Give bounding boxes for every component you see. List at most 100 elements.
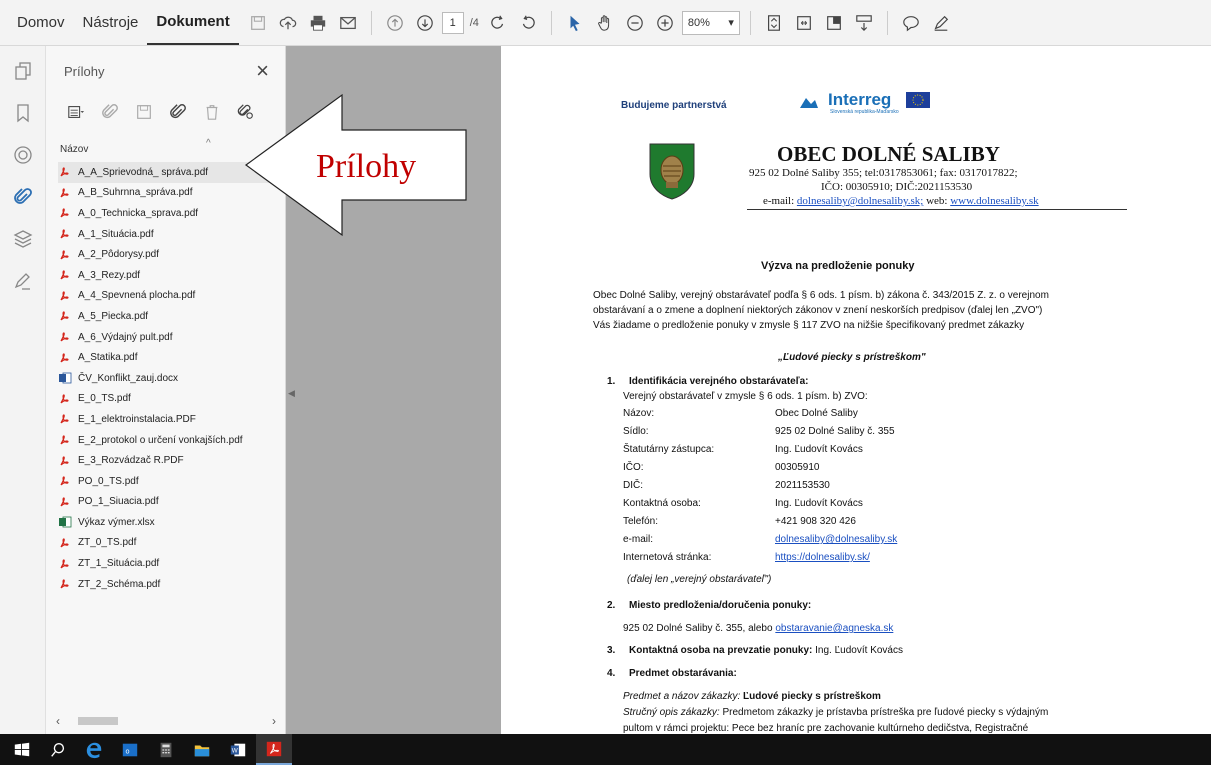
top-toolbar: Domov Nástroje Dokument 1 /4 80% ▾ (0, 0, 1211, 46)
attachment-name: A_A_Sprievodná_ správa.pdf (78, 166, 209, 178)
attachment-name: A_Statika.pdf (78, 352, 138, 364)
layers-icon[interactable] (0, 218, 46, 260)
page-number-input[interactable]: 1 (441, 11, 464, 34)
close-icon[interactable]: × (256, 58, 269, 84)
attachment-row[interactable]: ZT_0_TS.pdf (58, 533, 280, 554)
authority-field-value[interactable]: https://dolnesaliby.sk/ (775, 552, 870, 563)
outlook-icon[interactable]: o (112, 734, 148, 765)
pdf-file-icon (58, 557, 72, 571)
authority-field-value: Obec Dolné Saliby (775, 408, 858, 419)
search-icon[interactable] (40, 734, 76, 765)
section-2-email-link[interactable]: obstaravanie@agneska.sk (775, 623, 893, 634)
save-icon[interactable] (245, 10, 271, 36)
menu-document[interactable]: Dokument (147, 1, 239, 45)
authority-field-label: Sídlo: (623, 426, 649, 437)
authority-field-value[interactable]: dolnesaliby@dolnesaliby.sk (775, 534, 897, 545)
windows-start-icon[interactable] (4, 734, 40, 765)
edge-browser-icon[interactable] (76, 734, 112, 765)
attachment-row[interactable]: A_6_Výdajný pult.pdf (58, 327, 280, 348)
file-explorer-icon[interactable] (184, 734, 220, 765)
rotate-right-icon[interactable] (485, 10, 511, 36)
attachment-row[interactable]: E_1_elektroinstalacia.PDF (58, 409, 280, 430)
menu-tools[interactable]: Nástroje (74, 0, 148, 46)
zoom-in-icon[interactable] (652, 10, 678, 36)
open-attachment-icon[interactable] (98, 100, 122, 124)
view-options-icon[interactable] (64, 100, 88, 124)
rotate-left-icon[interactable] (515, 10, 541, 36)
attachment-row[interactable]: A_4_Spevnená plocha.pdf (58, 286, 280, 307)
signatures-icon[interactable] (0, 260, 46, 302)
attachment-row[interactable]: A_Statika.pdf (58, 347, 280, 368)
word-icon[interactable]: W (220, 734, 256, 765)
print-icon[interactable] (305, 10, 331, 36)
comment-icon[interactable] (898, 10, 924, 36)
calculator-icon[interactable] (148, 734, 184, 765)
column-header-name[interactable]: Názov (60, 144, 88, 155)
attachment-row[interactable]: E_3_Rozvádzač R.PDF (58, 450, 280, 471)
select-cursor-icon[interactable] (562, 10, 588, 36)
sort-caret-icon[interactable]: ^ (206, 138, 211, 149)
municipality-address: 925 02 Dolné Saliby 355; tel:0317853061;… (749, 167, 1018, 179)
attachment-name: A_4_Spevnená plocha.pdf (78, 290, 196, 302)
collapse-panel-icon[interactable]: ◀ (288, 388, 295, 399)
attachment-row[interactable]: A_5_Piecka.pdf (58, 306, 280, 327)
menu-home[interactable]: Domov (8, 0, 74, 46)
acrobat-reader-icon[interactable] (256, 734, 292, 765)
pdf-file-icon (58, 186, 72, 200)
chevron-down-icon: ▾ (728, 17, 734, 29)
pdf-file-icon (58, 351, 72, 365)
attachment-row[interactable]: PO_0_TS.pdf (58, 471, 280, 492)
fit-page-icon[interactable] (761, 10, 787, 36)
attachment-row[interactable]: A_3_Rezy.pdf (58, 265, 280, 286)
reading-mode-icon[interactable] (851, 10, 877, 36)
windows-taskbar: o W (0, 734, 1211, 765)
email-icon[interactable] (335, 10, 361, 36)
fit-width-icon[interactable] (791, 10, 817, 36)
attachment-row[interactable]: A_2_Pôdorysy.pdf (58, 244, 280, 265)
attachment-row[interactable]: Výkaz výmer.xlsx (58, 512, 280, 533)
attachment-row[interactable]: ZT_1_Situácia.pdf (58, 553, 280, 574)
zoom-select[interactable]: 80% ▾ (681, 10, 740, 35)
pdf-file-icon (58, 289, 72, 303)
zoom-out-icon[interactable] (622, 10, 648, 36)
attachment-row[interactable]: PO_1_Siuacia.pdf (58, 492, 280, 513)
authority-field-label: e-mail: (623, 534, 654, 545)
pdf-file-icon (58, 536, 72, 550)
pdf-file-icon (58, 495, 72, 509)
tagline: Budujeme partnerstvá (621, 100, 727, 111)
save-attachment-icon[interactable] (132, 100, 156, 124)
attachment-row[interactable]: ČV_Konflikt_zauj.docx (58, 368, 280, 389)
add-attachment-icon[interactable] (166, 100, 190, 124)
next-page-icon[interactable] (412, 10, 438, 36)
attachment-name: E_2_protokol o určení vonkajších.pdf (78, 434, 243, 446)
scroll-left-icon[interactable]: ‹ (56, 714, 60, 728)
interreg-subtitle: Slovenská republika-Maďarsko (830, 109, 899, 115)
contact-email-link[interactable]: dolnesaliby@dolnesaliby.sk; (797, 195, 923, 207)
section-2-address: 925 02 Dolné Saliby č. 355, alebo (623, 623, 776, 634)
authority-field-label: Kontaktná osoba: (623, 498, 701, 509)
delete-attachment-icon[interactable] (200, 100, 224, 124)
section-3-value: Ing. Ľudovít Kovács (812, 645, 903, 656)
section-4-line-2: Stručný opis zákazky: Predmetom zákazky … (623, 707, 1048, 718)
bookmark-icon[interactable] (0, 92, 46, 134)
attachment-row[interactable]: E_0_TS.pdf (58, 389, 280, 410)
contact-web-link[interactable]: www.dolnesaliby.sk (950, 195, 1038, 207)
attachment-row[interactable]: ZT_2_Schéma.pdf (58, 574, 280, 595)
horizontal-scrollbar[interactable]: ‹ › (56, 714, 276, 728)
hand-tool-icon[interactable] (592, 10, 618, 36)
navigation-rail (0, 46, 46, 734)
callout-label: Prílohy (316, 148, 417, 185)
page-thumbnails-icon[interactable] (0, 50, 46, 92)
full-screen-icon[interactable] (821, 10, 847, 36)
upload-cloud-icon[interactable] (275, 10, 301, 36)
attachments-icon[interactable] (0, 176, 46, 218)
sign-pen-icon[interactable] (928, 10, 954, 36)
attachment-row[interactable]: E_2_protokol o určení vonkajších.pdf (58, 430, 280, 451)
scrollbar-thumb[interactable] (78, 717, 118, 725)
layers-circle-icon[interactable] (0, 134, 46, 176)
previous-page-icon[interactable] (382, 10, 408, 36)
scroll-right-icon[interactable]: › (272, 714, 276, 728)
authority-field-label: Názov: (623, 408, 655, 419)
section-3-line: Kontaktná osoba na prevzatie ponuky: Ing… (629, 645, 903, 656)
authority-field-label: Internetová stránka: (623, 552, 712, 563)
